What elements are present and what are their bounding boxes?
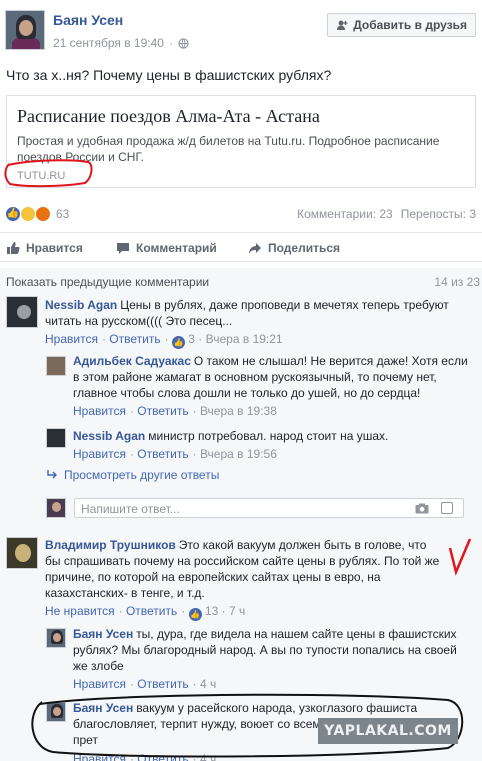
comment-reply-link[interactable]: Ответить [137, 447, 188, 461]
comment-time[interactable]: Вчера в 19:56 [200, 447, 277, 461]
comment-count[interactable]: Комментарии: 23 [297, 207, 393, 221]
commenter-avatar[interactable] [46, 428, 66, 448]
comment-body: Nessib Agan Цены в рублях, даже проповеди… [45, 297, 465, 329]
reactions-bar: 👍 63 Комментарии: 23 Перепосты: 3 [0, 200, 482, 226]
thumbs-up-icon [7, 242, 20, 254]
comment-reply-link[interactable]: Ответить [126, 604, 177, 618]
comment-like-link[interactable]: Нравится [45, 332, 98, 346]
author-avatar[interactable] [5, 10, 45, 50]
post-author-name[interactable]: Баян Усен [53, 12, 123, 28]
comment-like-link[interactable]: Нравится [73, 404, 126, 418]
like-reaction-icon[interactable]: 👍 [5, 206, 21, 222]
yaplakal-watermark: YAPLAKAL.COM [318, 718, 458, 744]
comment-author[interactable]: Владимир Трушников [45, 538, 176, 552]
post-text: Что за х..ня? Почему цены в фашистских р… [6, 67, 332, 83]
comments-section: Показать предыдущие комментарии 14 из 23… [0, 268, 482, 761]
comment-like-count[interactable]: 13 [205, 604, 218, 618]
comment-body: Nessib Agan министр потребовал. народ сто… [73, 428, 475, 444]
angry-reaction-icon[interactable] [35, 206, 51, 222]
like-button[interactable]: Нравится [6, 233, 83, 263]
reaction-count[interactable]: 63 [56, 207, 69, 221]
add-friend-icon [337, 20, 348, 30]
comment-author[interactable]: Nessib Agan [73, 429, 145, 443]
share-button[interactable]: Поделиться [248, 233, 340, 263]
add-friend-button[interactable]: Добавить в друзья [327, 13, 476, 37]
comment-body: Адильбек Садуакас О таком не слышал! Не в… [73, 353, 475, 401]
post-date[interactable]: 21 сентября в 19:40 [53, 36, 164, 50]
current-user-avatar [46, 498, 66, 518]
comment-counter: 14 из 23 [434, 275, 480, 289]
comment-author[interactable]: Баян Усен [73, 627, 133, 641]
comment-like-link[interactable]: Не нравится [45, 604, 115, 618]
comment-body: Владимир Трушников Это какой вакуум долже… [45, 537, 443, 601]
haha-reaction-icon[interactable] [20, 206, 36, 222]
share-icon [249, 243, 261, 254]
view-more-replies-label: Просмотреть другие ответы [64, 468, 220, 482]
comment-like-link[interactable]: Нравится [73, 447, 126, 461]
comment-label: Комментарий [136, 241, 217, 255]
commenter-avatar[interactable] [46, 628, 66, 648]
comment-like-link[interactable]: Нравится [73, 677, 126, 691]
globe-icon [178, 37, 189, 49]
comment-reply-link[interactable]: Ответить [109, 332, 160, 346]
view-more-replies-link[interactable]: Просмотреть другие ответы [46, 468, 219, 482]
post-header: Баян Усен 21 сентября в 19:40 · Добавить… [0, 0, 482, 64]
comment-actions: Нравится · Ответить · Вчера в 19:56 [73, 447, 277, 461]
comment-time[interactable]: Вчера в 19:21 [206, 332, 283, 346]
commenter-avatar[interactable] [6, 537, 38, 569]
camera-icon[interactable] [415, 503, 429, 514]
red-checkmark-annotation [448, 538, 472, 576]
comment-reply-link[interactable]: Ответить [137, 677, 188, 691]
comment-text: министр потребовал. народ стоит на ушах. [148, 429, 389, 443]
link-title[interactable]: Расписание поездов Алма-Ата - Астана [17, 106, 320, 127]
comment-actions: Нравится · Ответить · 4 ч [73, 677, 217, 691]
add-friend-label: Добавить в друзья [353, 18, 467, 32]
commenter-avatar[interactable] [6, 296, 38, 328]
comment-like-count[interactable]: 3 [188, 332, 195, 346]
comment-time[interactable]: Вчера в 19:38 [200, 404, 277, 418]
reply-input-placeholder: Напишите ответ... [81, 502, 180, 516]
comment-icon [117, 243, 129, 254]
like-label: Нравится [26, 241, 83, 255]
post-action-bar: Нравится Комментарий Поделиться [0, 232, 482, 262]
comment-author[interactable]: Адильбек Садуакас [73, 354, 191, 368]
comment-actions: Нравится · Ответить · Вчера в 19:38 [73, 404, 277, 418]
comment-author[interactable]: Nessib Agan [45, 298, 117, 312]
comment-like-badge-icon: 👍 [171, 336, 185, 349]
comment-actions: Не нравится · Ответить · 👍 13 · 7 ч [45, 604, 246, 621]
comment-reply-link[interactable]: Ответить [137, 404, 188, 418]
sticker-icon[interactable] [441, 502, 453, 514]
comment-time[interactable]: 7 ч [229, 604, 245, 618]
dot-separator: · [168, 36, 173, 50]
comment-button[interactable]: Комментарий [116, 233, 217, 263]
comment-body: Баян Усен ты, дура, где видела на нашем с… [73, 626, 459, 674]
share-label: Поделиться [268, 241, 341, 255]
reply-arrow-icon [47, 470, 57, 479]
comment-actions: Нравится · Ответить · 👍 3 · Вчера в 19:21 [45, 332, 283, 349]
comment-like-badge-icon: 👍 [188, 608, 202, 621]
comment-time[interactable]: 4 ч [200, 677, 216, 691]
reply-input[interactable]: Напишите ответ... [74, 498, 464, 518]
show-previous-comments-link[interactable]: Показать предыдущие комментарии [6, 275, 209, 289]
red-circle-annotation [4, 159, 93, 188]
share-count[interactable]: Перепосты: 3 [401, 207, 476, 221]
commenter-avatar[interactable] [46, 356, 66, 376]
